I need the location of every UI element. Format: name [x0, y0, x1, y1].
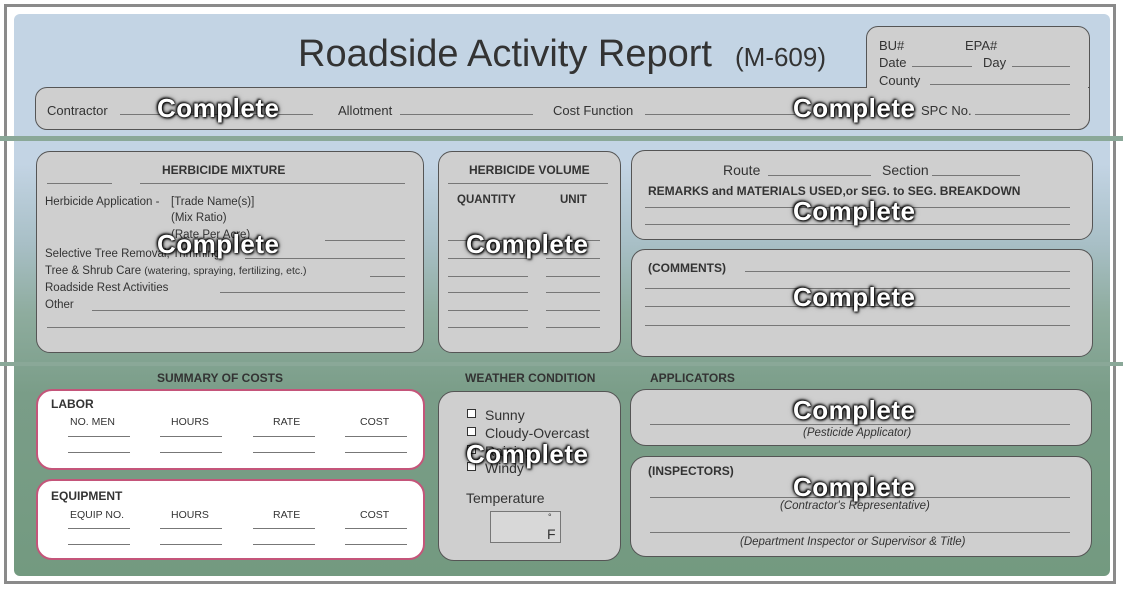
roadside-rest-label: Roadside Rest Activities	[45, 282, 169, 294]
cost-function-label: Cost Function	[553, 103, 634, 118]
spc-line	[975, 114, 1070, 115]
degree-symbol: °	[548, 512, 552, 522]
complete-stamp: Complete	[157, 93, 280, 123]
labor-col-cost: COST	[360, 416, 390, 428]
equip-col-cost: COST	[360, 509, 390, 521]
labor-col-men: NO. MEN	[70, 416, 115, 428]
cloudy-checkbox[interactable]	[467, 427, 476, 436]
county-line	[930, 84, 1070, 85]
department-inspector-caption: (Department Inspector or Supervisor & Ti…	[740, 536, 966, 548]
tree-shrub-label: Tree & Shrub Care (watering, spraying, f…	[45, 265, 307, 277]
allotment-line	[400, 114, 533, 115]
quantity-heading: QUANTITY	[457, 194, 516, 206]
equip-col-hours: HOURS	[171, 509, 209, 521]
spc-label: SPC No.	[921, 103, 972, 118]
inspectors-label: (INSPECTORS)	[648, 464, 734, 478]
epa-label: EPA#	[965, 38, 998, 53]
equip-col-no: EQUIP NO.	[70, 509, 125, 521]
date-label: Date	[879, 55, 907, 70]
day-label: Day	[983, 55, 1007, 70]
form-title: Roadside Activity Report	[298, 33, 712, 75]
sunny-checkbox[interactable]	[467, 409, 476, 418]
temperature-unit: F	[547, 526, 556, 542]
trade-names-label: [Trade Name(s)]	[171, 196, 255, 208]
section-divider	[0, 362, 1123, 366]
labor-col-hours: HOURS	[171, 416, 209, 428]
complete-stamp: Complete	[793, 472, 916, 502]
section-divider	[0, 136, 1123, 141]
herbicide-mixture-heading: HERBICIDE MIXTURE	[162, 163, 286, 177]
other-label: Other	[45, 299, 74, 311]
equip-col-rate: RATE	[273, 509, 301, 521]
labor-box	[36, 389, 425, 470]
allotment-label: Allotment	[338, 103, 393, 118]
herbicide-volume-heading: HERBICIDE VOLUME	[469, 163, 590, 177]
comments-label: (COMMENTS)	[648, 261, 726, 275]
complete-stamp: Complete	[793, 196, 916, 226]
pesticide-applicator-caption: (Pesticide Applicator)	[803, 427, 912, 439]
date-line	[912, 66, 972, 67]
labor-title: LABOR	[51, 397, 94, 411]
section-label: Section	[882, 162, 929, 178]
complete-stamp: Complete	[793, 282, 916, 312]
equipment-title: EQUIPMENT	[51, 489, 123, 503]
unit-heading: UNIT	[560, 194, 587, 206]
cost-function-line	[645, 114, 795, 115]
applicators-heading: APPLICATORS	[650, 371, 735, 385]
sunny-label: Sunny	[485, 407, 525, 423]
complete-stamp: Complete	[793, 395, 916, 425]
route-label: Route	[723, 162, 761, 178]
summary-costs-heading: SUMMARY OF COSTS	[157, 371, 284, 385]
day-line	[1012, 66, 1070, 67]
weather-heading: WEATHER CONDITION	[465, 371, 596, 385]
bu-label: BU#	[879, 38, 905, 53]
complete-stamp: Complete	[793, 93, 916, 123]
county-label: County	[879, 73, 921, 88]
labor-col-rate: RATE	[273, 416, 301, 428]
contractor-label: Contractor	[47, 103, 108, 118]
herbicide-application-label: Herbicide Application -	[45, 196, 160, 208]
form-code: (M-609)	[735, 42, 827, 72]
complete-stamp: Complete	[466, 229, 589, 259]
temperature-label: Temperature	[466, 490, 545, 506]
complete-stamp: Complete	[157, 229, 280, 259]
complete-stamp: Complete	[466, 439, 589, 469]
mix-ratio-label: (Mix Ratio)	[171, 212, 227, 224]
